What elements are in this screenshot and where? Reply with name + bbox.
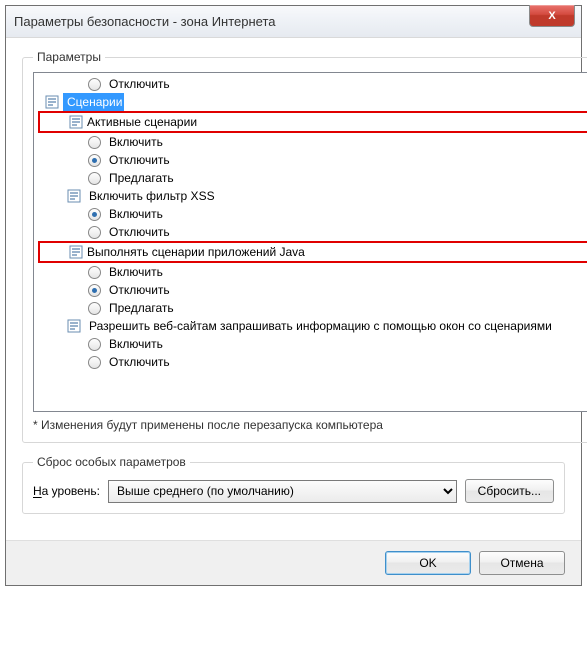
radio-icon xyxy=(88,172,101,185)
highlight-box-active-scripts: Активные сценарии xyxy=(38,111,587,133)
parameters-legend: Параметры xyxy=(33,50,105,64)
tree-label: Отключить xyxy=(105,281,170,299)
reset-button[interactable]: Сбросить... xyxy=(465,479,554,503)
close-button[interactable]: X xyxy=(529,5,575,27)
tree-radio-row[interactable]: Отключить xyxy=(36,353,587,371)
tree-radio-row[interactable]: Предлагать xyxy=(36,169,587,187)
tree-label: Отключить xyxy=(105,151,170,169)
scripts-category-icon xyxy=(44,94,60,110)
tree-radio-row[interactable]: Отключить xyxy=(36,75,587,93)
tree-category-row[interactable]: Сценарии xyxy=(36,93,587,111)
radio-icon xyxy=(88,338,101,351)
tree-category-row[interactable]: Разрешить веб-сайтам запрашивать информа… xyxy=(36,317,587,335)
script-icon xyxy=(68,244,84,260)
reset-level-combo[interactable]: Выше среднего (по умолчанию) xyxy=(108,480,457,503)
restart-note: * Изменения будут применены после переза… xyxy=(33,418,587,432)
radio-icon xyxy=(88,356,101,369)
tree-label: Отключить xyxy=(105,75,170,93)
dialog-footer: OK Отмена xyxy=(6,540,581,585)
reset-level-label: На уровень: xyxy=(33,484,100,498)
script-icon xyxy=(66,188,82,204)
titlebar[interactable]: Параметры безопасности - зона Интернета … xyxy=(6,6,581,38)
tree-label: Включить xyxy=(105,335,163,353)
settings-tree[interactable]: Отключить Сценарии Активные сценарии Вкл… xyxy=(33,72,587,412)
reset-legend: Сброс особых параметров xyxy=(33,455,190,469)
script-icon xyxy=(66,318,82,334)
window-title: Параметры безопасности - зона Интернета xyxy=(14,14,276,29)
tree-category-row[interactable]: Выполнять сценарии приложений Java xyxy=(40,243,587,261)
tree-label: Включить xyxy=(105,263,163,281)
radio-icon xyxy=(88,226,101,239)
tree-radio-row[interactable]: Включить xyxy=(36,205,587,223)
tree-radio-row[interactable]: Отключить xyxy=(36,151,587,169)
tree-label: Сценарии xyxy=(63,93,124,111)
tree-label: Отключить xyxy=(105,353,170,371)
highlight-box-java-scripts: Выполнять сценарии приложений Java xyxy=(38,241,587,263)
dialog-body: Параметры Отключить Сценарии Активные сц… xyxy=(6,38,581,540)
parameters-groupbox: Параметры Отключить Сценарии Активные сц… xyxy=(22,50,587,443)
tree-label: Отключить xyxy=(105,223,170,241)
radio-icon xyxy=(88,136,101,149)
script-icon xyxy=(68,114,84,130)
tree-label: Включить xyxy=(105,205,163,223)
tree-label: Выполнять сценарии приложений Java xyxy=(87,245,305,259)
tree-radio-row[interactable]: Отключить xyxy=(36,223,587,241)
tree-radio-row[interactable]: Включить xyxy=(36,335,587,353)
ok-button[interactable]: OK xyxy=(385,551,471,575)
tree-label: Включить xyxy=(105,133,163,151)
radio-icon xyxy=(88,208,101,221)
reset-groupbox: Сброс особых параметров На уровень: Выше… xyxy=(22,455,565,514)
tree-label: Предлагать xyxy=(105,299,174,317)
tree-category-row[interactable]: Активные сценарии xyxy=(40,113,587,131)
radio-icon xyxy=(88,302,101,315)
cancel-button[interactable]: Отмена xyxy=(479,551,565,575)
tree-radio-row[interactable]: Предлагать xyxy=(36,299,587,317)
tree-label: Активные сценарии xyxy=(87,115,197,129)
tree-label: Разрешить веб-сайтам запрашивать информа… xyxy=(85,317,552,335)
security-settings-dialog: Параметры безопасности - зона Интернета … xyxy=(5,5,582,586)
tree-radio-row[interactable]: Включить xyxy=(36,133,587,151)
close-icon: X xyxy=(548,10,555,22)
tree-category-row[interactable]: Включить фильтр XSS xyxy=(36,187,587,205)
radio-icon xyxy=(88,78,101,91)
radio-icon xyxy=(88,284,101,297)
tree-label: Включить фильтр XSS xyxy=(85,187,215,205)
radio-icon xyxy=(88,154,101,167)
tree-radio-row[interactable]: Включить xyxy=(36,263,587,281)
radio-icon xyxy=(88,266,101,279)
tree-label: Предлагать xyxy=(105,169,174,187)
tree-radio-row[interactable]: Отключить xyxy=(36,281,587,299)
